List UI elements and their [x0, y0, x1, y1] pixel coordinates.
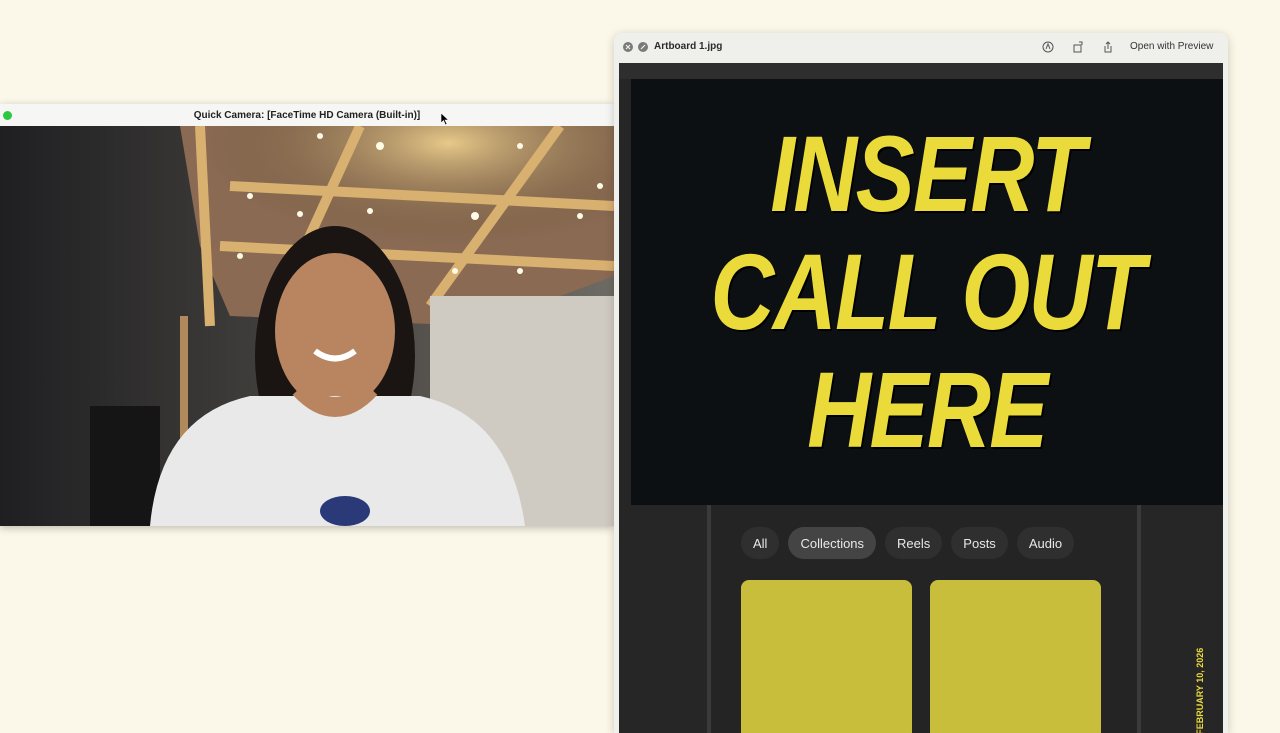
- artboard-image: INSERT CALL OUT HERE All Collections Ree…: [619, 63, 1223, 733]
- callout-line: INSERT: [770, 113, 1085, 234]
- callout-line: HERE: [807, 349, 1048, 470]
- callout-panel: INSERT CALL OUT HERE: [631, 79, 1223, 505]
- quick-camera-window: Quick Camera: [FaceTime HD Camera (Built…: [0, 104, 614, 526]
- close-icon[interactable]: [623, 42, 633, 52]
- camera-scene-image: [0, 126, 614, 526]
- share-icon[interactable]: [1101, 40, 1115, 54]
- tab-posts[interactable]: Posts: [951, 527, 1008, 559]
- camera-window-title: Quick Camera: [FaceTime HD Camera (Built…: [193, 109, 421, 121]
- quick-look-window: Artboard 1.jpg Open with Preview INSERT …: [614, 33, 1228, 733]
- markup-icon[interactable]: [1041, 40, 1055, 54]
- rotate-icon[interactable]: [1071, 40, 1085, 54]
- fullscreen-icon[interactable]: [638, 42, 648, 52]
- phone-mockup: All Collections Reels Posts Audio: [707, 505, 1141, 733]
- tab-collections[interactable]: Collections: [788, 527, 877, 559]
- tab-pill-row: All Collections Reels Posts Audio: [741, 527, 1075, 559]
- camera-video-feed: [0, 126, 614, 526]
- collection-tile[interactable]: [930, 580, 1101, 733]
- tab-audio[interactable]: Audio: [1016, 527, 1075, 559]
- collection-tile[interactable]: [741, 580, 912, 733]
- open-with-preview-button[interactable]: Open with Preview: [1130, 41, 1213, 52]
- zoom-button-icon[interactable]: [3, 111, 12, 120]
- mouse-cursor-icon: [441, 113, 449, 125]
- camera-titlebar[interactable]: Quick Camera: [FaceTime HD Camera (Built…: [0, 104, 614, 127]
- quick-look-title: Artboard 1.jpg: [654, 41, 723, 52]
- callout-line: CALL OUT: [710, 231, 1146, 352]
- side-caption: YARI | FEBRUARY 10, 2026: [1195, 647, 1205, 733]
- tab-reels[interactable]: Reels: [885, 527, 943, 559]
- callout-text: INSERT CALL OUT HERE: [710, 113, 1146, 470]
- tab-all[interactable]: All: [741, 527, 780, 559]
- quick-look-titlebar[interactable]: Artboard 1.jpg Open with Preview: [614, 33, 1228, 61]
- artboard-top-frame: [619, 63, 1223, 79]
